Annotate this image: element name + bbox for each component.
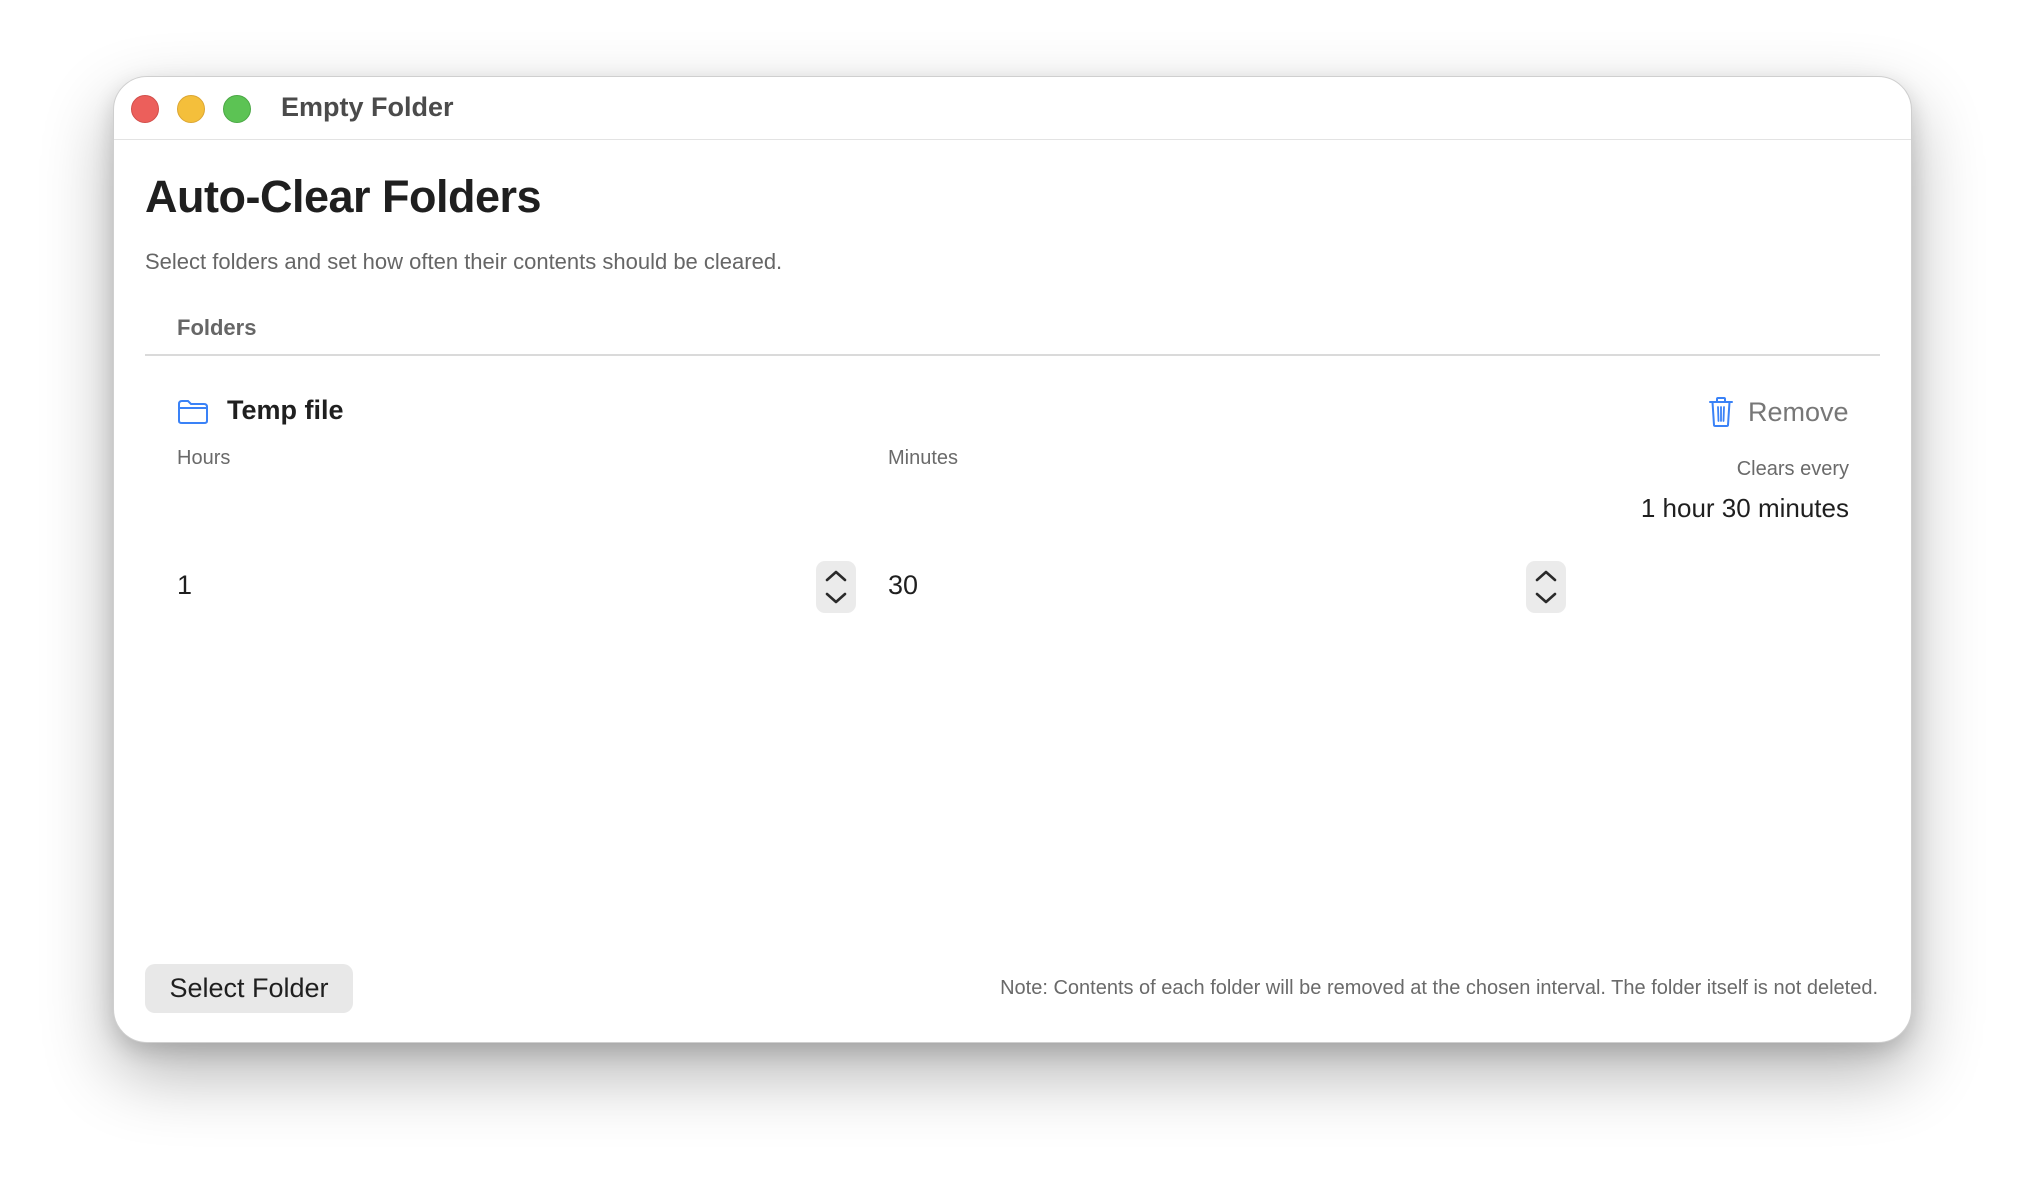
page-title: Auto-Clear Folders <box>145 171 542 222</box>
hours-label: Hours <box>177 447 231 469</box>
page-subtitle: Select folders and set how often their c… <box>145 249 783 274</box>
zoom-window-button[interactable] <box>223 95 251 123</box>
folder-icon <box>178 400 208 424</box>
clears-every-value: 1 hour 30 minutes <box>1640 493 1849 523</box>
title-bar: Empty Folder <box>114 77 1911 140</box>
minutes-label: Minutes <box>888 447 959 469</box>
minutes-input[interactable]: 30 <box>888 570 918 601</box>
remove-label: Remove <box>1748 396 1849 427</box>
stepper-arrows-icon <box>1535 570 1557 604</box>
select-folder-button[interactable]: Select Folder <box>145 964 353 1013</box>
section-divider <box>145 354 1880 356</box>
window-title: Empty Folder <box>281 92 454 122</box>
hours-input[interactable]: 1 <box>177 570 192 601</box>
trash-icon <box>1709 397 1733 427</box>
hours-stepper[interactable] <box>816 561 856 613</box>
minimize-window-button[interactable] <box>177 95 205 123</box>
minutes-stepper[interactable] <box>1526 561 1566 613</box>
folders-section-label: Folders <box>177 315 257 340</box>
remove-folder-button[interactable]: Remove <box>1708 395 1849 429</box>
app-window: Empty Folder Auto-Clear Folders Select f… <box>113 76 1912 1043</box>
stepper-arrows-icon <box>825 570 847 604</box>
folder-name: Temp file <box>227 395 344 425</box>
footer-note: Note: Contents of each folder will be re… <box>1000 977 1878 999</box>
clears-every-label: Clears every <box>1736 458 1849 480</box>
close-window-button[interactable] <box>131 95 159 123</box>
